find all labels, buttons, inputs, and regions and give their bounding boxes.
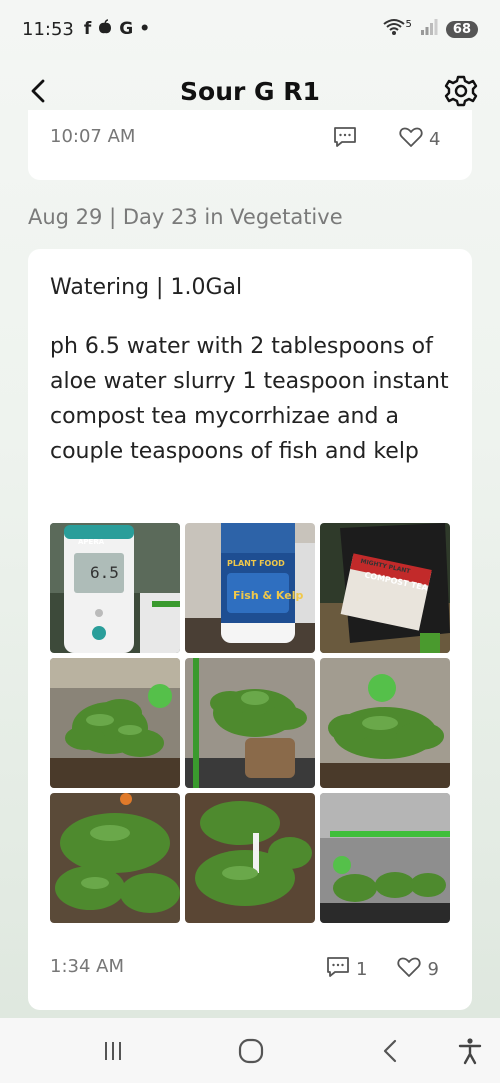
bottle-product: Fish & Kelp	[233, 589, 304, 602]
entry-time: 10:07 AM	[50, 126, 136, 147]
comment-icon	[327, 957, 349, 977]
like-count: 4	[429, 129, 441, 150]
page-title: Sour G R1	[180, 76, 320, 106]
gear-icon	[444, 75, 478, 107]
system-nav-bar	[0, 1018, 500, 1083]
home-button[interactable]	[236, 1036, 266, 1066]
back-button[interactable]	[24, 76, 54, 106]
meter-brand: APERA	[78, 538, 105, 546]
entry-actions: 1 9	[326, 956, 439, 983]
previous-entry-card[interactable]: 10:07 AM 4	[28, 110, 472, 180]
plant-photo-1[interactable]	[50, 658, 180, 788]
accessibility-button[interactable]	[455, 1036, 485, 1066]
photo-grid: APERA 6.5 PLANT FOOD Fish & Kelp MIGHTY …	[50, 523, 450, 923]
plant-photo-2[interactable]	[185, 658, 315, 788]
day-header: Aug 29 | Day 23 in Vegetative	[28, 205, 343, 229]
like-button[interactable]	[399, 126, 423, 153]
bottle-brand: PLANT FOOD	[227, 559, 285, 568]
comment-icon	[334, 127, 356, 147]
wifi-icon	[382, 18, 406, 41]
chevron-left-icon	[31, 79, 45, 103]
comment-button[interactable]	[333, 126, 357, 153]
status-bar: 11:53 f G • 5 68	[0, 0, 500, 58]
accessibility-icon	[458, 1038, 482, 1065]
recent-apps-button[interactable]	[98, 1036, 128, 1066]
entry-time: 1:34 AM	[50, 956, 124, 977]
entry-actions: 4	[333, 126, 440, 153]
fish-kelp-bottle-photo[interactable]: PLANT FOOD Fish & Kelp	[185, 523, 315, 653]
like-count: 9	[427, 959, 439, 980]
entry-note: ph 6.5 water with 2 tablespoons of aloe …	[50, 334, 449, 464]
compost-tea-bag-photo[interactable]: MIGHTY PLANT COMPOST TEA	[320, 523, 450, 653]
like-button[interactable]	[397, 956, 422, 983]
plant-photo-5[interactable]	[185, 793, 315, 923]
entry-type: Watering | 1.0Gal	[50, 275, 243, 300]
comment-button[interactable]	[326, 956, 350, 983]
back-icon	[383, 1039, 397, 1063]
heart-icon	[397, 957, 422, 977]
status-time: 11:53	[22, 18, 74, 40]
plant-photo-4[interactable]	[50, 793, 180, 923]
plant-photo-3[interactable]	[320, 658, 450, 788]
status-dot: •	[139, 19, 151, 39]
meter-reading: 6.5	[90, 563, 119, 582]
ph-meter-photo[interactable]: APERA 6.5	[50, 523, 180, 653]
heart-icon	[399, 127, 423, 147]
grow-tent-photo[interactable]	[320, 793, 450, 923]
google-icon: G	[119, 19, 134, 39]
home-icon	[238, 1038, 264, 1064]
battery-indicator: 68	[445, 20, 478, 38]
recent-apps-icon	[105, 1042, 121, 1060]
system-back-button[interactable]	[376, 1036, 406, 1066]
settings-button[interactable]	[444, 74, 478, 108]
signal-icon	[420, 18, 438, 40]
wifi-band-label: 5	[405, 18, 412, 30]
notification-icons: f G •	[83, 18, 151, 40]
apple-icon	[97, 18, 113, 40]
facebook-icon: f	[83, 19, 92, 39]
entry-card[interactable]: Watering | 1.0Gal ph 6.5 water with 2 ta…	[28, 249, 472, 1010]
comment-count: 1	[356, 959, 368, 980]
